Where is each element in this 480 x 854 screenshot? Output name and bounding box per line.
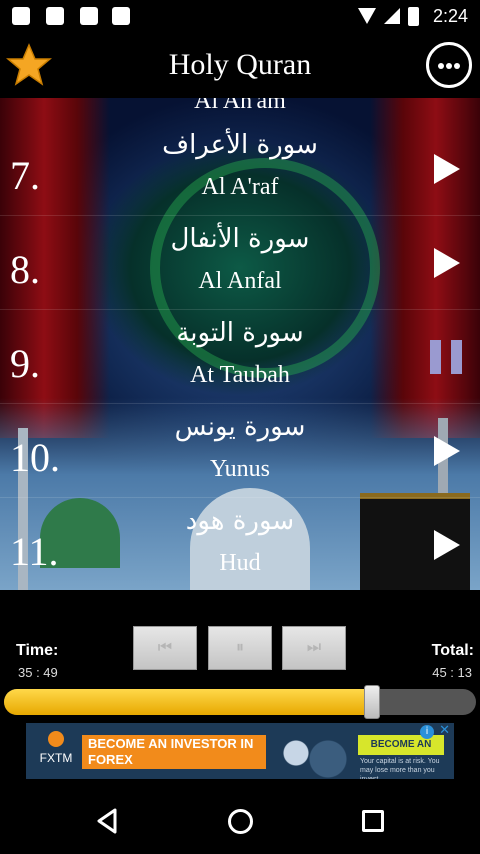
app-header: Holy Quran xyxy=(0,34,480,98)
progress-thumb[interactable] xyxy=(364,685,380,719)
fxtm-logo-icon xyxy=(48,731,64,747)
surah-arabic-name: سورة التوبة xyxy=(176,318,304,348)
ad-close-icon[interactable]: ✕ xyxy=(439,723,450,738)
more-icon xyxy=(438,63,444,69)
more-button[interactable] xyxy=(426,42,472,88)
time-label: Time: xyxy=(16,642,59,659)
ad-disclaimer: Your capital is at risk. You may lose mo… xyxy=(360,758,440,779)
ad-headline: BECOME AN INVESTOR IN FOREX xyxy=(82,735,266,769)
page-title: Holy Quran xyxy=(168,48,312,81)
surah-arabic-name: سورة هود xyxy=(185,506,295,536)
list-item-partial[interactable]: Al An'am xyxy=(0,98,480,115)
pause-icon: ⏸ xyxy=(235,637,244,656)
recents-icon[interactable] xyxy=(362,810,384,832)
status-bar: 2:24 xyxy=(0,0,480,34)
play-icon[interactable] xyxy=(434,154,460,184)
surah-english-name: Yunus xyxy=(209,456,270,482)
surah-english-name: Al A'raf xyxy=(201,174,279,200)
list-item[interactable]: 9. سورة التوبة At Taubah xyxy=(0,310,480,404)
pause-icon[interactable] xyxy=(430,340,462,374)
time-value: 35 : 49 xyxy=(18,665,58,680)
play-icon[interactable] xyxy=(434,248,460,278)
surah-arabic-name: سورة يونس xyxy=(174,412,306,442)
next-icon: ⏭ xyxy=(306,637,322,656)
play-icon[interactable] xyxy=(434,436,460,466)
ad-info-icon[interactable]: i xyxy=(420,725,434,739)
pause-button[interactable]: ⏸ xyxy=(208,626,272,670)
previous-icon: ⏮ xyxy=(157,637,173,656)
battery-icon xyxy=(408,7,419,26)
clipboard-check-icon xyxy=(46,7,64,25)
surah-arabic-name: سورة الأعراف xyxy=(162,130,318,160)
more-icon-dot xyxy=(454,63,460,69)
surah-list[interactable]: Al An'am 7. سورة الأعراف Al A'raf 8. سور… xyxy=(0,98,480,590)
android-icon xyxy=(12,7,30,25)
status-time: 2:24 xyxy=(432,6,468,26)
nav-bar xyxy=(0,790,480,854)
progress-slider[interactable] xyxy=(4,689,476,715)
ad-banner[interactable]: FXTM BECOME AN INVESTOR IN FOREX BECOME … xyxy=(26,723,454,779)
list-item[interactable]: 7. سورة الأعراف Al A'raf xyxy=(0,122,480,216)
back-icon[interactable] xyxy=(96,808,118,834)
total-value: 45 : 13 xyxy=(432,665,472,680)
surah-english-name: Hud xyxy=(219,550,261,576)
progress-fill xyxy=(4,689,372,715)
next-button[interactable]: ⏭ xyxy=(282,626,346,670)
ad-brand: FXTM xyxy=(39,751,73,765)
audio-player: Time: 35 : 49 ⏮ ⏸ ⏭ Total: 45 : 13 xyxy=(0,590,480,722)
total-label: Total: xyxy=(431,642,474,659)
home-icon[interactable] xyxy=(228,809,253,834)
more-icon-dot xyxy=(446,63,452,69)
list-item[interactable]: 8. سورة الأنفال Al Anfal xyxy=(0,216,480,310)
download-icon xyxy=(112,7,130,25)
wifi-icon xyxy=(358,8,376,24)
previous-button[interactable]: ⏮ xyxy=(133,626,197,670)
surah-english-name: At Taubah xyxy=(190,362,290,388)
clipboard-check-icon xyxy=(80,7,98,25)
list-item[interactable]: 11. سورة هود Hud xyxy=(0,498,480,590)
ad-image xyxy=(266,729,356,779)
ad-logo: FXTM xyxy=(32,731,80,775)
list-item[interactable]: 10. سورة يونس Yunus xyxy=(0,404,480,498)
surah-arabic-name: سورة الأنفال xyxy=(170,224,310,254)
signal-icon xyxy=(384,8,400,24)
play-icon[interactable] xyxy=(434,530,460,560)
surah-english-name: Al Anfal xyxy=(198,268,282,294)
ad-cta-button[interactable]: BECOME AN INVESTOR xyxy=(358,735,444,770)
